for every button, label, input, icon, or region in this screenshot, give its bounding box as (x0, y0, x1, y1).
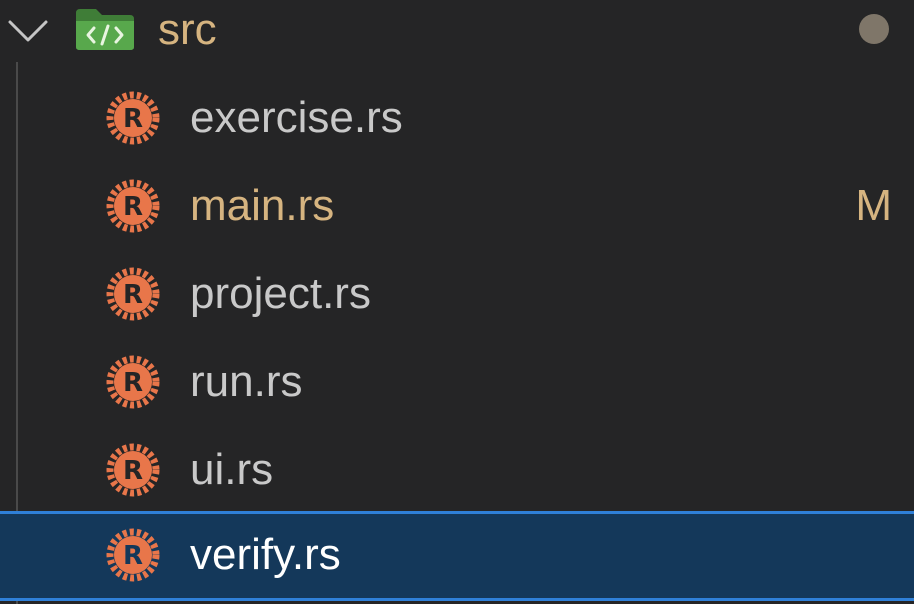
rust-icon: R (106, 267, 160, 321)
changes-dot-indicator (859, 14, 889, 44)
svg-text:R: R (123, 104, 143, 134)
file-label: run.rs (190, 357, 303, 406)
svg-text:R: R (123, 368, 143, 398)
chevron-down-icon[interactable] (6, 12, 50, 48)
folder-row-src[interactable]: src (0, 0, 914, 62)
file-row-ui[interactable]: R ui.rs (0, 426, 914, 514)
svg-text:R: R (123, 456, 143, 486)
file-label: verify.rs (190, 530, 341, 579)
rust-icon: R (106, 179, 160, 233)
file-label: main.rs (190, 181, 335, 230)
file-row-verify[interactable]: R verify.rs (0, 511, 914, 601)
file-label: exercise.rs (190, 93, 403, 142)
file-explorer-tree: src R exercise.rs R main.rs M R project.… (0, 0, 914, 604)
rust-icon: R (106, 355, 160, 409)
folder-label: src (158, 5, 217, 54)
svg-text:R: R (123, 541, 143, 571)
svg-text:R: R (123, 280, 143, 310)
rust-icon: R (106, 443, 160, 497)
file-label: ui.rs (190, 445, 274, 494)
folder-code-icon (76, 9, 134, 50)
file-row-main[interactable]: R main.rs M (0, 162, 914, 250)
file-label: project.rs (190, 269, 371, 318)
file-row-run[interactable]: R run.rs (0, 338, 914, 426)
git-status-badge: M (855, 181, 892, 230)
rust-icon: R (106, 91, 160, 145)
file-row-exercise[interactable]: R exercise.rs (0, 74, 914, 162)
rust-icon: R (106, 528, 160, 582)
file-row-project[interactable]: R project.rs (0, 250, 914, 338)
svg-text:R: R (123, 192, 143, 222)
